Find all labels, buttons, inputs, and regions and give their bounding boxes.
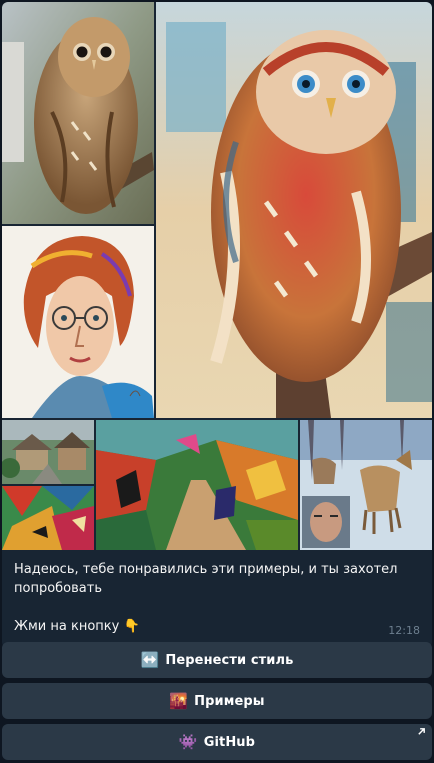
stylized-street-image[interactable] xyxy=(96,420,298,550)
transfer-style-button[interactable]: ↔️ Перенести стиль xyxy=(2,642,432,678)
left-right-arrow-icon: ↔️ xyxy=(140,651,160,669)
stylized-owl-image[interactable] xyxy=(156,2,432,418)
message-caption: Надеюсь, тебе понравились эти примеры, и… xyxy=(2,550,432,648)
owl-photo-image[interactable] xyxy=(2,2,154,224)
caption-cta-text: Жми на кнопку xyxy=(14,619,120,634)
chat-area: Надеюсь, тебе понравились эти примеры, и… xyxy=(0,0,434,763)
photo-collage-bottom xyxy=(2,420,432,550)
portrait-image[interactable] xyxy=(2,226,154,418)
examples-label: Примеры xyxy=(194,693,265,709)
transfer-style-label: Перенести стиль xyxy=(165,652,294,668)
stylized-wolf-image[interactable] xyxy=(300,420,432,550)
sunset-city-icon: 🌇 xyxy=(169,692,189,710)
caption-call-to-action: Жми на кнопку 👇 xyxy=(14,617,420,636)
pointing-down-icon: 👇 xyxy=(123,619,140,634)
caption-text: Надеюсь, тебе понравились эти примеры, и… xyxy=(14,562,398,596)
github-button[interactable]: 👾 GitHub xyxy=(2,724,432,760)
alien-monster-icon: 👾 xyxy=(178,733,198,751)
github-label: GitHub xyxy=(203,734,256,750)
village-photo-image[interactable] xyxy=(2,420,94,484)
photo-collage-top xyxy=(2,2,432,418)
message-time: 12:18 xyxy=(388,624,420,637)
arrow-up-right-icon xyxy=(418,728,425,735)
message-bubble: Надеюсь, тебе понравились эти примеры, и… xyxy=(2,2,432,648)
cubist-village-image[interactable] xyxy=(2,486,94,550)
examples-button[interactable]: 🌇 Примеры xyxy=(2,683,432,719)
